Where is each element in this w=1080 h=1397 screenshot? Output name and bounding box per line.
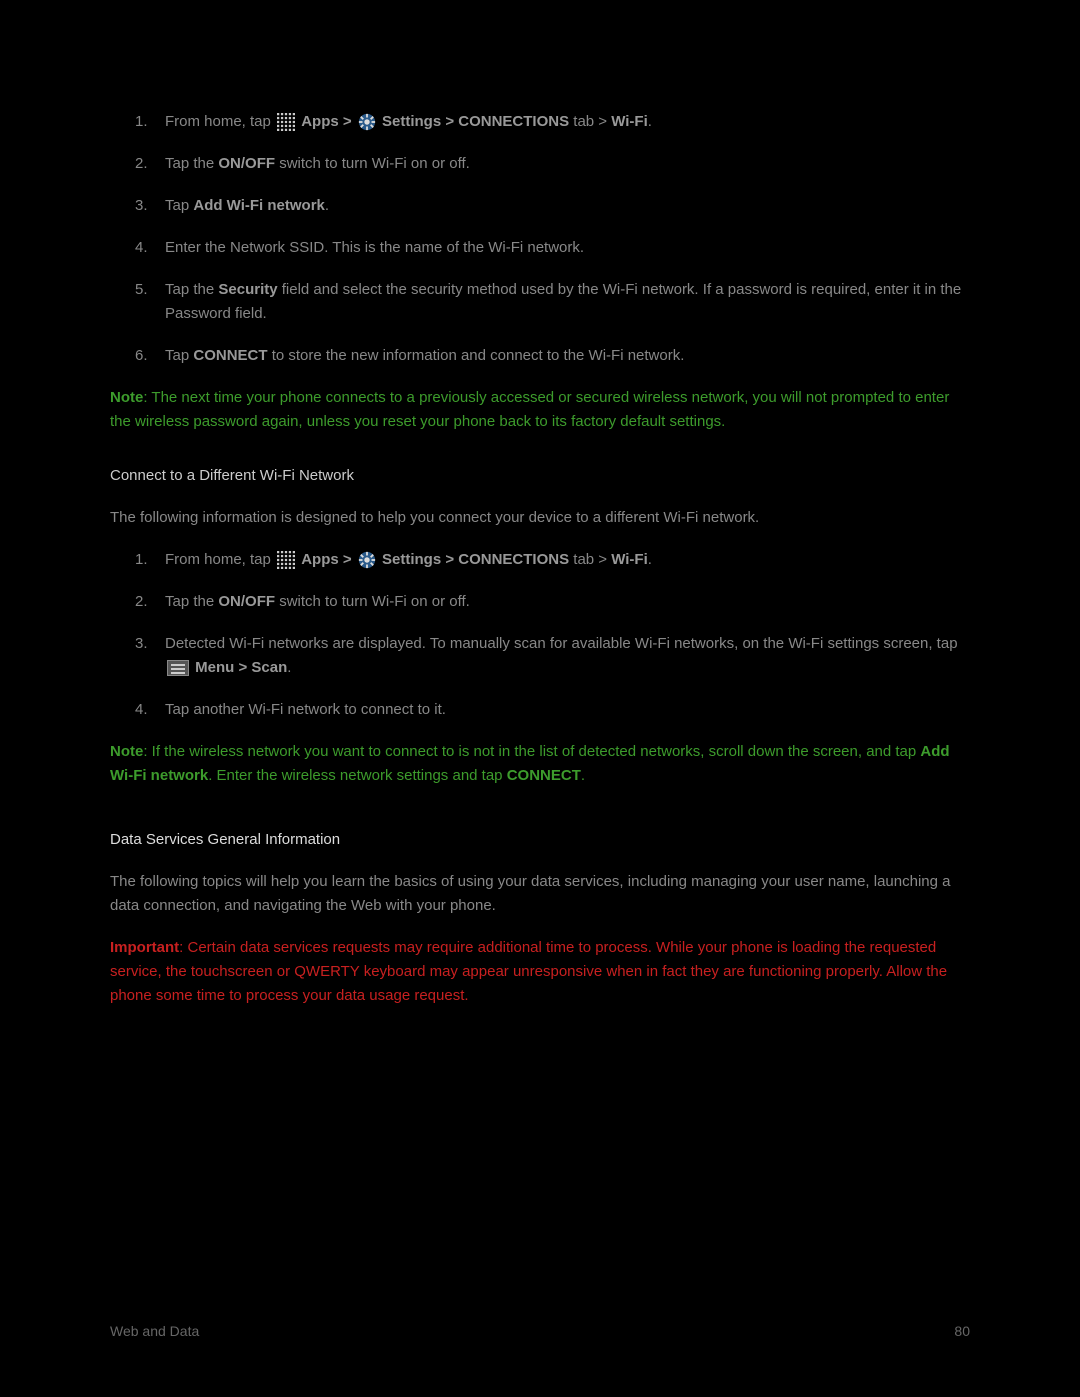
footer-page-number: 80: [954, 1320, 970, 1342]
important-label: Important: [110, 939, 179, 956]
section3-intro: The following topics will help you learn…: [110, 870, 970, 918]
menu-icon: [167, 660, 189, 676]
step-2: Tap the ON/OFF switch to turn Wi-Fi on o…: [165, 152, 970, 176]
onoff-label: ON/OFF: [218, 155, 275, 172]
text: Tap another Wi-Fi network to connect to …: [165, 701, 446, 718]
connect-label: CONNECT: [193, 347, 267, 364]
apps-label: Apps >: [301, 113, 356, 130]
section3-important: Important: Certain data services request…: [110, 936, 970, 1008]
step-3: Detected Wi-Fi networks are displayed. T…: [165, 632, 970, 680]
section1-note: Note: The next time your phone connects …: [110, 386, 970, 434]
text: Tap: [165, 197, 193, 214]
text: .: [648, 551, 652, 568]
step-3: Tap Add Wi-Fi network.: [165, 194, 970, 218]
text: tab >: [569, 551, 611, 568]
step-1: From home, tap Apps > Settings > CONNECT…: [165, 548, 970, 572]
step-6: Tap CONNECT to store the new information…: [165, 344, 970, 368]
wifi-label: Wi-Fi: [611, 113, 648, 130]
apps-grid-icon: [277, 113, 295, 131]
step-5: Tap the Security field and select the se…: [165, 278, 970, 326]
apps-grid-icon: [277, 551, 295, 569]
section2-heading: Connect to a Different Wi-Fi Network: [110, 464, 970, 488]
step-2: Tap the ON/OFF switch to turn Wi-Fi on o…: [165, 590, 970, 614]
text: switch to turn Wi-Fi on or off.: [275, 155, 470, 172]
settings-label: Settings > CONNECTIONS: [382, 551, 569, 568]
menu-scan-label: Menu > Scan: [195, 659, 287, 676]
note-text: . Enter the wireless network settings an…: [208, 767, 506, 784]
text: From home, tap: [165, 551, 275, 568]
note-label: Note: [110, 743, 143, 760]
text: .: [648, 113, 652, 130]
text: field and select the security method use…: [165, 281, 961, 322]
text: .: [325, 197, 329, 214]
text: .: [287, 659, 291, 676]
important-text: : Certain data services requests may req…: [110, 939, 947, 1004]
note-text: .: [581, 767, 585, 784]
step-4: Tap another Wi-Fi network to connect to …: [165, 698, 970, 722]
text: Tap the: [165, 281, 218, 298]
settings-gear-icon: [358, 551, 376, 569]
settings-gear-icon: [358, 113, 376, 131]
note-text: : If the wireless network you want to co…: [143, 743, 920, 760]
text: tab >: [569, 113, 611, 130]
text: Tap the: [165, 155, 218, 172]
footer-left: Web and Data: [110, 1320, 199, 1342]
text: Detected Wi-Fi networks are displayed. T…: [165, 635, 958, 652]
section1-steps: From home, tap Apps > Settings > CONNECT…: [110, 110, 970, 368]
settings-label: Settings > CONNECTIONS: [382, 113, 569, 130]
page-content: From home, tap Apps > Settings > CONNECT…: [0, 0, 1080, 1008]
step-4: Enter the Network SSID. This is the name…: [165, 236, 970, 260]
section2-note: Note: If the wireless network you want t…: [110, 740, 970, 788]
wifi-label: Wi-Fi: [611, 551, 648, 568]
apps-label: Apps >: [301, 551, 356, 568]
text: to store the new information and connect…: [268, 347, 685, 364]
section2-intro: The following information is designed to…: [110, 506, 970, 530]
text: switch to turn Wi-Fi on or off.: [275, 593, 470, 610]
note-text: : The next time your phone connects to a…: [110, 389, 949, 430]
security-label: Security: [218, 281, 277, 298]
note-label: Note: [110, 389, 143, 406]
connect-bold: CONNECT: [507, 767, 581, 784]
text: Tap: [165, 347, 193, 364]
section2-steps: From home, tap Apps > Settings > CONNECT…: [110, 548, 970, 722]
onoff-label: ON/OFF: [218, 593, 275, 610]
page-footer: Web and Data 80: [110, 1320, 970, 1342]
add-wifi-label: Add Wi-Fi network: [193, 197, 325, 214]
text: From home, tap: [165, 113, 275, 130]
step-1: From home, tap Apps > Settings > CONNECT…: [165, 110, 970, 134]
text: Tap the: [165, 593, 218, 610]
text: Enter the Network SSID. This is the name…: [165, 239, 584, 256]
section3-heading: Data Services General Information: [110, 828, 970, 852]
